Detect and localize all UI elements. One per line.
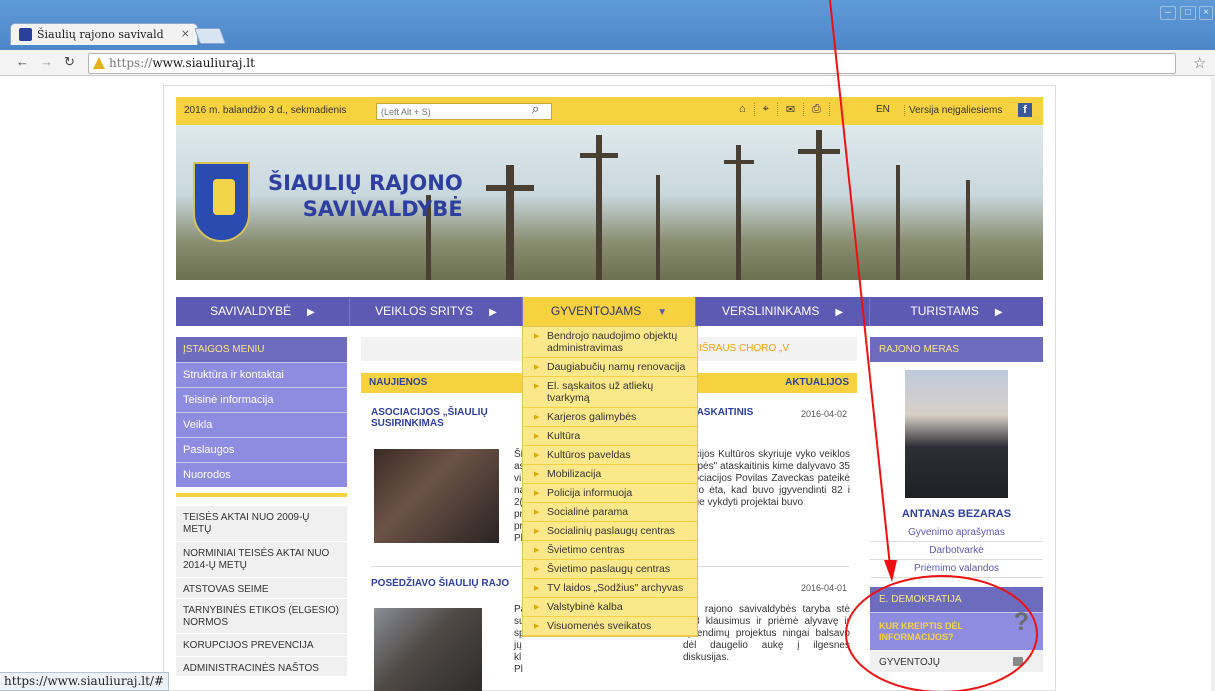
browser-status-bar: https://www.siauliuraj.lt/# bbox=[0, 672, 170, 691]
annotation-overlay bbox=[829, 0, 897, 582]
annotation-circle bbox=[845, 575, 1038, 691]
annotation-arrowhead bbox=[884, 560, 897, 582]
annotation-arrow-line bbox=[829, 0, 891, 567]
